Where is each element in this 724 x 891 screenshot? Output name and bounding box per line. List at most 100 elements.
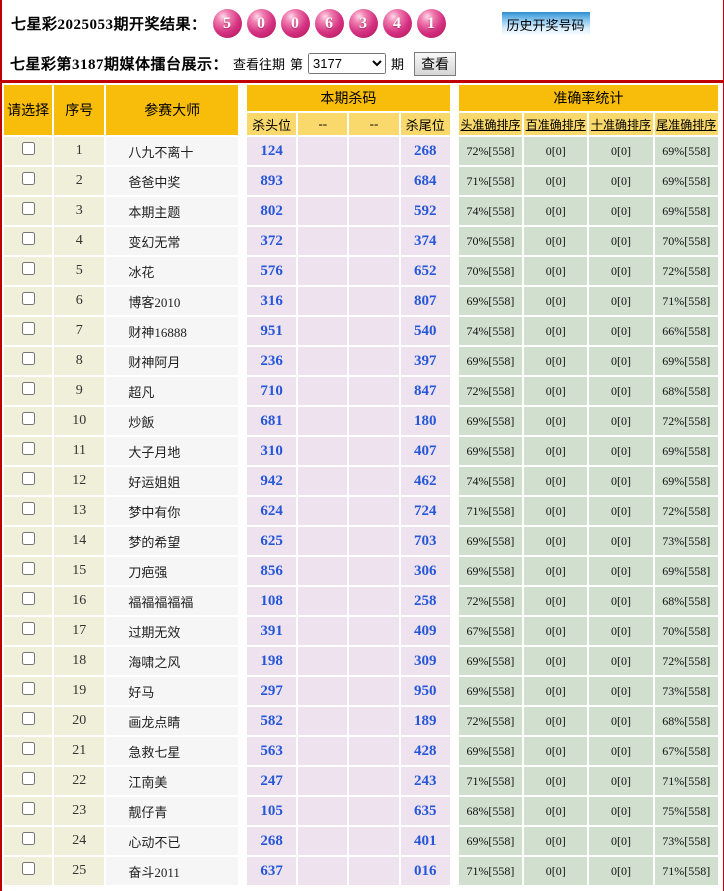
view-button[interactable]: 查看 bbox=[414, 52, 456, 76]
kill-mid2-cell bbox=[349, 797, 398, 825]
row-checkbox[interactable] bbox=[22, 292, 35, 305]
row-checkbox[interactable] bbox=[22, 592, 35, 605]
master-name: 本期主题 bbox=[106, 197, 238, 225]
tail-accuracy-value: 66%[558] bbox=[655, 317, 718, 345]
kill-tail-value: 684 bbox=[401, 167, 450, 195]
spacer-cell bbox=[452, 497, 457, 525]
row-checkbox[interactable] bbox=[22, 742, 35, 755]
spacer-cell bbox=[452, 257, 457, 285]
row-checkbox[interactable] bbox=[22, 682, 35, 695]
spacer-cell bbox=[452, 767, 457, 795]
row-index: 10 bbox=[54, 407, 104, 435]
kill-mid1-cell bbox=[298, 857, 347, 885]
row-checkbox[interactable] bbox=[22, 142, 35, 155]
kill-tail-value: 401 bbox=[401, 827, 450, 855]
kill-mid1-cell bbox=[298, 707, 347, 735]
draw-result-title: 七星彩2025053期开奖结果： bbox=[11, 13, 207, 34]
spacer-cell bbox=[452, 287, 457, 315]
kill-mid2-cell bbox=[349, 647, 398, 675]
kill-mid2-cell bbox=[349, 167, 398, 195]
spacer-cell bbox=[452, 437, 457, 465]
row-checkbox[interactable] bbox=[22, 382, 35, 395]
row-checkbox[interactable] bbox=[22, 232, 35, 245]
spacer-cell bbox=[240, 737, 245, 765]
row-index: 9 bbox=[54, 377, 104, 405]
kill-mid1-cell bbox=[298, 767, 347, 795]
row-checkbox[interactable] bbox=[22, 172, 35, 185]
table-row: 24 心动不已 268 401 69%[558] 0[0] 0[0] 73%[5… bbox=[4, 827, 718, 855]
spacer-cell bbox=[452, 377, 457, 405]
header-kill-head: 杀头位 bbox=[247, 113, 296, 135]
tail-accuracy-value: 69%[558] bbox=[655, 467, 718, 495]
kill-mid1-cell bbox=[298, 167, 347, 195]
kill-mid2-cell bbox=[349, 707, 398, 735]
kill-mid2-cell bbox=[349, 617, 398, 645]
master-name: 博客2010 bbox=[106, 287, 238, 315]
row-checkbox[interactable] bbox=[22, 832, 35, 845]
spacer-cell bbox=[452, 647, 457, 675]
row-checkbox[interactable] bbox=[22, 352, 35, 365]
row-checkbox[interactable] bbox=[22, 862, 35, 875]
row-checkbox[interactable] bbox=[22, 442, 35, 455]
tail-accuracy-value: 72%[558] bbox=[655, 497, 718, 525]
head-accuracy-value: 71%[558] bbox=[459, 857, 522, 885]
kill-tail-value: 635 bbox=[401, 797, 450, 825]
row-checkbox[interactable] bbox=[22, 562, 35, 575]
row-index: 16 bbox=[54, 587, 104, 615]
head-accuracy-value: 74%[558] bbox=[459, 467, 522, 495]
kill-tail-value: 016 bbox=[401, 857, 450, 885]
spacer-cell bbox=[452, 827, 457, 855]
ten-accuracy-value: 0[0] bbox=[589, 767, 652, 795]
row-checkbox[interactable] bbox=[22, 262, 35, 275]
history-numbers-link[interactable]: 历史开奖号码 bbox=[502, 12, 590, 36]
master-name: 大子月地 bbox=[106, 437, 238, 465]
ten-accuracy-value: 0[0] bbox=[589, 377, 652, 405]
sort-head-accuracy-link[interactable]: 头准确排序 bbox=[460, 118, 520, 132]
spacer-cell bbox=[240, 437, 245, 465]
period-select[interactable]: 3177 bbox=[308, 53, 386, 74]
table-row: 10 炒飯 681 180 69%[558] 0[0] 0[0] 72%[558… bbox=[4, 407, 718, 435]
row-checkbox[interactable] bbox=[22, 712, 35, 725]
sort-hundred-accuracy-link[interactable]: 百准确排序 bbox=[526, 118, 586, 132]
hundred-accuracy-value: 0[0] bbox=[524, 437, 587, 465]
head-accuracy-value: 69%[558] bbox=[459, 647, 522, 675]
kill-mid2-cell bbox=[349, 257, 398, 285]
kill-mid2-cell bbox=[349, 317, 398, 345]
table-row: 21 急救七星 563 428 69%[558] 0[0] 0[0] 67%[5… bbox=[4, 737, 718, 765]
tail-accuracy-value: 71%[558] bbox=[655, 857, 718, 885]
row-checkbox[interactable] bbox=[22, 322, 35, 335]
row-checkbox[interactable] bbox=[22, 652, 35, 665]
table-row: 2 爸爸中奖 893 684 71%[558] 0[0] 0[0] 69%[55… bbox=[4, 167, 718, 195]
spacer-cell bbox=[240, 467, 245, 495]
spacer-cell bbox=[452, 347, 457, 375]
kill-tail-value: 592 bbox=[401, 197, 450, 225]
kill-mid1-cell bbox=[298, 437, 347, 465]
hundred-accuracy-value: 0[0] bbox=[524, 707, 587, 735]
row-checkbox[interactable] bbox=[22, 772, 35, 785]
ten-accuracy-value: 0[0] bbox=[589, 527, 652, 555]
lottery-balls: 5 0 0 6 3 4 1 bbox=[213, 9, 446, 38]
row-checkbox[interactable] bbox=[22, 802, 35, 815]
spacer-cell bbox=[452, 857, 457, 885]
row-checkbox[interactable] bbox=[22, 532, 35, 545]
kill-mid1-cell bbox=[298, 197, 347, 225]
row-checkbox[interactable] bbox=[22, 412, 35, 425]
head-accuracy-value: 71%[558] bbox=[459, 497, 522, 525]
kill-mid2-cell bbox=[349, 287, 398, 315]
spacer-cell bbox=[240, 407, 245, 435]
row-checkbox[interactable] bbox=[22, 472, 35, 485]
sort-ten-accuracy-link[interactable]: 十准确排序 bbox=[591, 118, 651, 132]
row-index: 4 bbox=[54, 227, 104, 255]
row-index: 25 bbox=[54, 857, 104, 885]
table-row: 15 刀疤强 856 306 69%[558] 0[0] 0[0] 69%[55… bbox=[4, 557, 718, 585]
row-checkbox[interactable] bbox=[22, 202, 35, 215]
spacer-cell bbox=[240, 647, 245, 675]
lottery-ball: 3 bbox=[349, 9, 378, 38]
hundred-accuracy-value: 0[0] bbox=[524, 767, 587, 795]
sort-tail-accuracy-link[interactable]: 尾准确排序 bbox=[656, 118, 716, 132]
row-index: 13 bbox=[54, 497, 104, 525]
draw-result-bar: 七星彩2025053期开奖结果： 5 0 0 6 3 4 1 历史开奖号码 bbox=[2, 0, 724, 47]
head-accuracy-value: 72%[558] bbox=[459, 377, 522, 405]
row-checkbox[interactable] bbox=[22, 502, 35, 515]
row-checkbox[interactable] bbox=[22, 622, 35, 635]
